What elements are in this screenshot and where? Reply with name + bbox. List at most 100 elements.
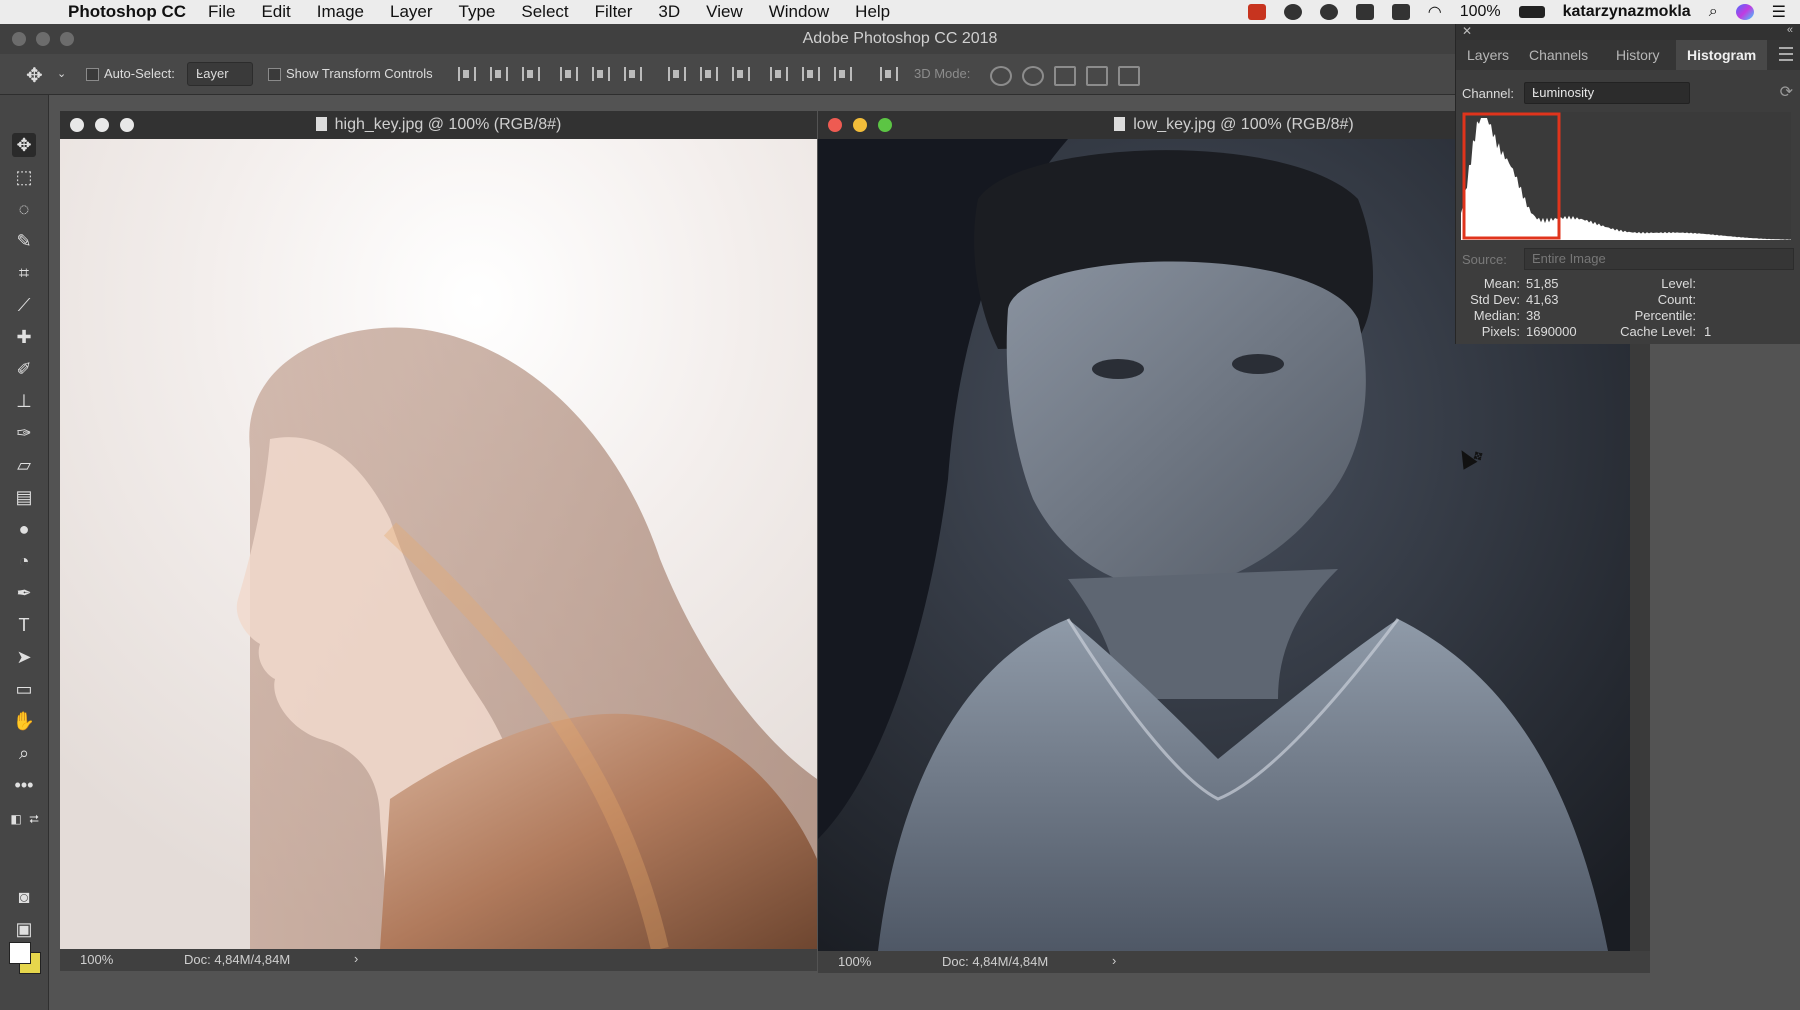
history-brush-tool-icon[interactable]: ✑ xyxy=(12,421,36,445)
healing-brush-tool-icon[interactable]: ✚ xyxy=(12,325,36,349)
count-label: Count: xyxy=(1657,292,1696,307)
align-vertical-center-icon[interactable] xyxy=(490,67,508,81)
percentile-label: Percentile: xyxy=(1634,308,1696,323)
cloud-icon[interactable] xyxy=(1283,4,1302,20)
auto-select-checkbox[interactable]: Auto-Select: xyxy=(86,66,175,82)
wifi-icon[interactable]: ◠ xyxy=(1428,2,1442,22)
3d-slide-icon[interactable] xyxy=(1086,66,1108,86)
menu-layer[interactable]: Layer xyxy=(390,2,433,22)
document-title-text: low_key.jpg @ 100% (RGB/8#) xyxy=(1133,116,1354,133)
high-key-photo[interactable] xyxy=(60,139,817,949)
move-tool-icon[interactable]: ✥ xyxy=(26,63,43,88)
tab-layers[interactable]: Layers xyxy=(1456,40,1520,70)
channel-dropdown[interactable]: Luminosity ⌄ xyxy=(1524,82,1690,104)
menu-type[interactable]: Type xyxy=(459,2,496,22)
show-transform-controls-checkbox[interactable]: Show Transform Controls xyxy=(268,66,433,82)
3d-roll-icon[interactable] xyxy=(1022,66,1044,86)
3d-pan-icon[interactable] xyxy=(1054,66,1076,86)
menu-help[interactable]: Help xyxy=(855,2,890,22)
crop-tool-icon[interactable]: ⌗ xyxy=(12,261,36,285)
tab-history[interactable]: History xyxy=(1605,40,1671,70)
rectangle-tool-icon[interactable]: ▭ xyxy=(12,677,36,701)
document-tab-high-key[interactable]: high_key.jpg @ 100% (RGB/8#) xyxy=(60,111,817,139)
hand-tool-icon[interactable]: ✋ xyxy=(12,709,36,733)
close-panel-icon[interactable]: ✕ xyxy=(1462,24,1472,38)
menu-window[interactable]: Window xyxy=(769,2,829,22)
distribute-horizontal-center-icon[interactable] xyxy=(802,67,820,81)
distribute-right-icon[interactable] xyxy=(834,67,852,81)
status-menu-arrow[interactable]: › xyxy=(1112,953,1116,968)
battery-icon[interactable] xyxy=(1518,6,1545,18)
align-horizontal-center-icon[interactable] xyxy=(592,67,610,81)
recording-icon[interactable] xyxy=(1247,4,1266,20)
quick-mask-icon[interactable]: ◙ xyxy=(12,885,36,909)
distribute-bottom-icon[interactable] xyxy=(732,67,750,81)
quick-selection-tool-icon[interactable]: ✎ xyxy=(12,229,36,253)
menu-edit[interactable]: Edit xyxy=(261,2,290,22)
tab-channels[interactable]: Channels xyxy=(1518,40,1599,70)
blur-tool-icon[interactable]: ● xyxy=(12,517,36,541)
path-selection-tool-icon[interactable]: ➤ xyxy=(12,645,36,669)
align-left-icon[interactable] xyxy=(560,67,578,81)
app-menu[interactable]: Photoshop CC xyxy=(68,2,186,22)
airplay-icon[interactable] xyxy=(1391,4,1410,20)
menu-image[interactable]: Image xyxy=(317,2,364,22)
move-tool-icon[interactable]: ✥ xyxy=(12,133,36,157)
source-label: Source: xyxy=(1462,252,1507,267)
3d-orbit-icon[interactable] xyxy=(990,66,1012,86)
pixels-value: 1690000 xyxy=(1526,324,1577,339)
clone-stamp-tool-icon[interactable]: ⊥ xyxy=(12,389,36,413)
menu-3d[interactable]: 3D xyxy=(658,2,680,22)
dropbox-icon[interactable] xyxy=(1355,4,1374,20)
eyedropper-tool-icon[interactable]: ⟋ xyxy=(12,293,36,317)
document-size: Doc: 4,84M/4,84M xyxy=(184,952,291,967)
source-dropdown[interactable]: Entire Image ⌄ xyxy=(1524,248,1794,270)
auto-align-layers-icon[interactable] xyxy=(880,67,898,81)
lasso-tool-icon[interactable]: ◌ xyxy=(12,197,36,221)
gradient-tool-icon[interactable]: ▤ xyxy=(12,485,36,509)
refresh-histogram-icon[interactable]: ⟳ xyxy=(1780,82,1793,102)
distribute-top-icon[interactable] xyxy=(668,67,686,81)
align-right-icon[interactable] xyxy=(624,67,642,81)
file-icon xyxy=(315,117,327,131)
stat-row: Std Dev: 41,63 Count: xyxy=(1456,292,1800,308)
more-tools-icon[interactable]: ••• xyxy=(12,773,36,797)
3d-camera-icon[interactable] xyxy=(1118,66,1140,86)
brush-tool-icon[interactable]: ✐ xyxy=(12,357,36,381)
3d-mode-label: 3D Mode: xyxy=(914,66,971,81)
distribute-left-icon[interactable] xyxy=(770,67,788,81)
panel-menu-icon[interactable] xyxy=(1779,47,1793,61)
stat-row: Pixels: 1690000 Cache Level: 1 xyxy=(1456,324,1800,340)
auto-select-target-dropdown[interactable]: Layer ⌄ xyxy=(187,62,253,86)
align-top-icon[interactable] xyxy=(458,67,476,81)
align-bottom-icon[interactable] xyxy=(522,67,540,81)
status-menu-arrow[interactable]: › xyxy=(354,951,358,966)
foreground-color-swatch[interactable] xyxy=(9,942,31,964)
menu-bar: Photoshop CC File Edit Image Layer Type … xyxy=(0,0,1800,24)
auto-select-label: Auto-Select: xyxy=(104,66,175,81)
menu-select[interactable]: Select xyxy=(521,2,568,22)
sync-icon[interactable] xyxy=(1319,4,1338,20)
notification-center-icon[interactable]: ☰ xyxy=(1772,2,1786,22)
menu-file[interactable]: File xyxy=(208,2,235,22)
mean-label: Mean: xyxy=(1483,276,1520,291)
tab-histogram[interactable]: Histogram xyxy=(1676,40,1768,70)
spotlight-search-icon[interactable]: ⌕ xyxy=(1709,3,1718,21)
menu-filter[interactable]: Filter xyxy=(595,2,633,22)
siri-icon[interactable] xyxy=(1735,4,1754,20)
pen-tool-icon[interactable]: ✒ xyxy=(12,581,36,605)
eraser-tool-icon[interactable]: ▱ xyxy=(12,453,36,477)
swap-colors-icon[interactable]: ⮂ xyxy=(22,807,46,831)
zoom-level[interactable]: 100% xyxy=(80,952,113,967)
screen-mode-icon[interactable]: ▣ xyxy=(12,917,36,941)
tool-preset-chevron-icon[interactable]: ⌄ xyxy=(57,67,66,80)
zoom-level[interactable]: 100% xyxy=(838,954,871,969)
zoom-tool-icon[interactable]: ⌕ xyxy=(12,741,36,765)
type-tool-icon[interactable]: T xyxy=(12,613,36,637)
marquee-tool-icon[interactable]: ⬚ xyxy=(12,165,36,189)
user-name[interactable]: katarzynazmokla xyxy=(1563,3,1691,21)
dodge-tool-icon[interactable]: ◔ xyxy=(12,549,36,573)
collapse-panel-icon[interactable]: « xyxy=(1787,24,1793,36)
distribute-vertical-center-icon[interactable] xyxy=(700,67,718,81)
menu-view[interactable]: View xyxy=(706,2,743,22)
